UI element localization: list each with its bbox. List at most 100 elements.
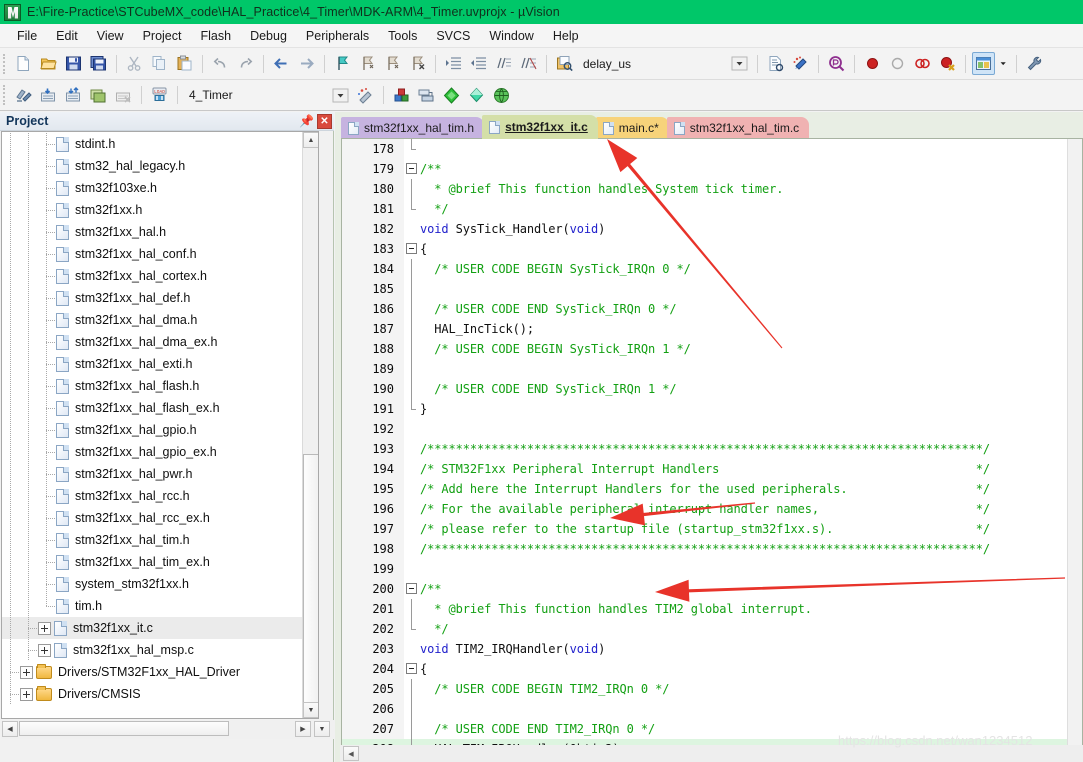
menu-item-edit[interactable]: Edit: [47, 26, 87, 46]
code-line[interactable]: 196/* For the available peripheral inter…: [342, 499, 1083, 519]
configure-icon[interactable]: [789, 52, 812, 75]
bookmark-clear-icon[interactable]: [406, 52, 429, 75]
tree-item[interactable]: stm32f1xx_hal_tim_ex.h: [2, 551, 318, 573]
code-line[interactable]: 190 /* USER CODE END SysTick_IRQn 1 */: [342, 379, 1083, 399]
find-in-files-icon[interactable]: [553, 52, 576, 75]
toolbar-grip[interactable]: [3, 54, 6, 74]
editor-tab[interactable]: main.c*: [596, 117, 669, 139]
scroll-right-icon[interactable]: ▶: [295, 721, 311, 737]
manage-components-icon[interactable]: [390, 84, 413, 107]
code-text[interactable]: 178179/**180 * @brief This function hand…: [342, 139, 1083, 755]
uncomment-icon[interactable]: [517, 52, 540, 75]
save-icon[interactable]: [62, 52, 85, 75]
configure-tools-icon[interactable]: [1023, 52, 1046, 75]
menu-item-project[interactable]: Project: [134, 26, 191, 46]
menu-item-file[interactable]: File: [8, 26, 46, 46]
fold-collapse-icon[interactable]: [406, 663, 417, 674]
target-combo-value[interactable]: 4_Timer: [183, 88, 328, 102]
layout-dropdown-icon[interactable]: [997, 52, 1010, 75]
code-line[interactable]: 188 /* USER CODE BEGIN SysTick_IRQn 1 */: [342, 339, 1083, 359]
open-folder-icon[interactable]: [37, 52, 60, 75]
redo-icon[interactable]: [234, 52, 257, 75]
code-line[interactable]: 185: [342, 279, 1083, 299]
tree-expand-icon[interactable]: [38, 622, 51, 635]
pack-installer-icon[interactable]: [440, 84, 463, 107]
code-line[interactable]: 186 /* USER CODE END SysTick_IRQn 0 */: [342, 299, 1083, 319]
run-manage-icon[interactable]: [465, 84, 488, 107]
fold-collapse-icon[interactable]: [406, 583, 417, 594]
code-line[interactable]: 203void TIM2_IRQHandler(void): [342, 639, 1083, 659]
tree-item[interactable]: stm32f1xx_it.c: [2, 617, 318, 639]
tree-item[interactable]: system_stm32f1xx.h: [2, 573, 318, 595]
menu-item-peripherals[interactable]: Peripherals: [297, 26, 378, 46]
code-line[interactable]: 184 /* USER CODE BEGIN SysTick_IRQn 0 */: [342, 259, 1083, 279]
bookmark-prev-icon[interactable]: [356, 52, 379, 75]
code-line[interactable]: 187 HAL_IncTick();: [342, 319, 1083, 339]
save-all-icon[interactable]: [87, 52, 110, 75]
navigate-back-icon[interactable]: [270, 52, 293, 75]
fold-collapse-icon[interactable]: [406, 243, 417, 254]
hscroll-thumb[interactable]: [19, 721, 229, 736]
undo-icon[interactable]: [209, 52, 232, 75]
pin-icon[interactable]: 📌: [299, 114, 314, 129]
tree-item[interactable]: Drivers/STM32F1xx_HAL_Driver: [2, 661, 318, 683]
menu-item-debug[interactable]: Debug: [241, 26, 296, 46]
code-line[interactable]: 178: [342, 139, 1083, 159]
menu-item-help[interactable]: Help: [544, 26, 588, 46]
tree-item[interactable]: tim.h: [2, 595, 318, 617]
close-icon[interactable]: ✕: [317, 114, 332, 129]
editor-tab[interactable]: stm32f1xx_hal_tim.c: [667, 117, 809, 139]
code-line[interactable]: 204{: [342, 659, 1083, 679]
navigate-forward-icon[interactable]: [295, 52, 318, 75]
tree-item[interactable]: stm32_hal_legacy.h: [2, 155, 318, 177]
download-icon[interactable]: LOAD: [148, 84, 171, 107]
menu-item-svcs[interactable]: SVCS: [427, 26, 479, 46]
tree-item[interactable]: stm32f1xx.h: [2, 199, 318, 221]
menu-item-flash[interactable]: Flash: [191, 26, 240, 46]
tree-item[interactable]: stm32f1xx_hal.h: [2, 221, 318, 243]
translate-icon[interactable]: [12, 84, 35, 107]
tree-item[interactable]: stm32f1xx_hal_def.h: [2, 287, 318, 309]
code-line[interactable]: 205 /* USER CODE BEGIN TIM2_IRQn 0 */: [342, 679, 1083, 699]
tree-expand-icon[interactable]: [20, 666, 33, 679]
tree-item[interactable]: stm32f1xx_hal_exti.h: [2, 353, 318, 375]
new-file-icon[interactable]: [12, 52, 35, 75]
tree-item[interactable]: stm32f1xx_hal_rcc_ex.h: [2, 507, 318, 529]
disable-all-breakpoints-icon[interactable]: [911, 52, 934, 75]
code-line[interactable]: 180 * @brief This function handles Syste…: [342, 179, 1083, 199]
editor-tab[interactable]: stm32f1xx_hal_tim.h: [341, 117, 484, 139]
tree-item[interactable]: stm32f103xe.h: [2, 177, 318, 199]
menu-item-view[interactable]: View: [88, 26, 133, 46]
tree-item[interactable]: stm32f1xx_hal_cortex.h: [2, 265, 318, 287]
open-document-icon[interactable]: [764, 52, 787, 75]
indent-right-icon[interactable]: [442, 52, 465, 75]
cut-icon[interactable]: [123, 52, 146, 75]
multi-project-icon[interactable]: [415, 84, 438, 107]
tree-item[interactable]: stm32f1xx_hal_dma_ex.h: [2, 331, 318, 353]
tree-expand-icon[interactable]: [38, 644, 51, 657]
tree-item[interactable]: stm32f1xx_hal_gpio_ex.h: [2, 441, 318, 463]
tree-item[interactable]: stm32f1xx_hal_tim.h: [2, 529, 318, 551]
tree-item[interactable]: stm32f1xx_hal_rcc.h: [2, 485, 318, 507]
enable-breakpoint-icon[interactable]: [886, 52, 909, 75]
code-line[interactable]: 182void SysTick_Handler(void): [342, 219, 1083, 239]
function-combo-value[interactable]: delay_us: [577, 57, 727, 71]
build-icon[interactable]: [37, 84, 60, 107]
project-tree-horizontal-scrollbar[interactable]: ◀ ▶ ▼: [1, 720, 335, 739]
copy-icon[interactable]: [148, 52, 171, 75]
code-line[interactable]: 195/* Add here the Interrupt Handlers fo…: [342, 479, 1083, 499]
tree-item[interactable]: stm32f1xx_hal_flash.h: [2, 375, 318, 397]
code-line[interactable]: 198/************************************…: [342, 539, 1083, 559]
indent-left-icon[interactable]: [467, 52, 490, 75]
scroll-dropdown-icon[interactable]: ▼: [314, 721, 330, 737]
code-line[interactable]: 197/* please refer to the startup file (…: [342, 519, 1083, 539]
project-tree-container[interactable]: stdint.hstm32_hal_legacy.hstm32f103xe.hs…: [1, 131, 319, 719]
code-line[interactable]: 191}: [342, 399, 1083, 419]
project-tree-vertical-scrollbar[interactable]: ▲ ▼: [302, 132, 318, 718]
scroll-left-icon[interactable]: ◀: [2, 721, 18, 737]
rebuild-icon[interactable]: [62, 84, 85, 107]
tree-expand-icon[interactable]: [20, 688, 33, 701]
paste-icon[interactable]: [173, 52, 196, 75]
code-line[interactable]: 192: [342, 419, 1083, 439]
tree-item[interactable]: stm32f1xx_hal_conf.h: [2, 243, 318, 265]
